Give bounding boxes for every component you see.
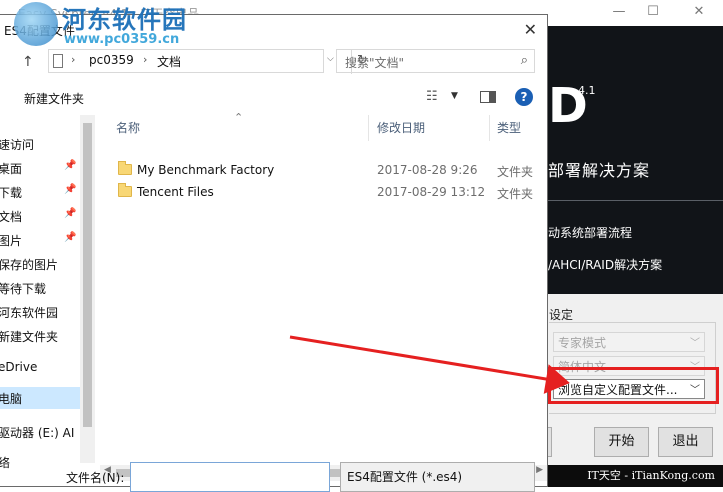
sidebar-item-label: 驱动器 (E:) AI [0,426,75,440]
sidebar-item-label: 下载 [0,186,23,200]
sidebar-item-label: 速访问 [0,138,35,152]
annotation-highlight-box [548,367,719,404]
breadcrumb-separator: › [143,53,148,66]
sidebar-item-label: 河东软件园 [0,306,59,320]
column-name[interactable]: 名称 [116,119,140,136]
dialog-close-button[interactable]: ✕ [524,20,537,39]
file-list: ⌃ 名称 修改日期 类型 My Benchmark Factory 2017-08… [100,111,547,463]
sidebar-item-label: 图片 [0,234,23,248]
folder-icon [118,161,132,175]
sidebar-item-label: 保存的图片 [0,258,59,272]
banner-divider [548,200,723,201]
chevron-down-icon[interactable]: ▼ [451,91,458,101]
mode-select-value: 专家模式 [558,336,607,350]
settings-group-label: 设定 [549,308,574,322]
file-type: 文件夹 [497,165,534,179]
app-footer: IT天空 - iTianKong.com [548,465,723,487]
sidebar-item-label: 电脑 [0,392,23,406]
dialog-toolbar: 新建文件夹 ☷ ▼ ? [0,83,547,113]
address-bar[interactable]: › pc0359 › 文档 ⌵ ↻ [48,49,368,74]
sidebar-item-label: 桌面 [0,162,23,176]
pin-icon[interactable]: 📌 [64,208,76,219]
navigation-pane: 速访问桌面 📌 下载 📌 文档 📌 图片 📌 保存的图片等待下载河东软件园新建文件夹 eDrive… [0,115,95,470]
exit-button[interactable]: 退出 [658,427,713,457]
column-type[interactable]: 类型 [497,119,521,136]
file-type: 文件夹 [497,187,534,201]
scrollbar-thumb[interactable] [83,123,92,427]
file-name: My Benchmark Factory [137,163,275,177]
sidebar-item-label: 文档 [0,210,23,224]
search-box[interactable]: 搜索"文档" ⌕ [336,49,535,73]
vertical-scrollbar[interactable] [80,115,95,463]
breadcrumb-separator: › [71,53,76,66]
minimize-button[interactable]: — [604,4,634,22]
filename-label: 文件名(N): [66,471,125,485]
filename-input[interactable] [130,462,330,492]
app-subtitle: 部署解决方案 [548,161,651,180]
document-icon [53,54,63,68]
column-header: ⌃ 名称 修改日期 类型 [100,111,547,141]
window-close-button[interactable]: ✕ [684,4,714,22]
file-row[interactable]: Tencent Files 2017-08-29 13:12 文件夹 [108,182,547,204]
column-divider[interactable] [489,115,490,141]
filetype-select[interactable]: ES4配置文件 (*.es4) [340,462,535,492]
mode-select[interactable]: 专家模式 ﹀ [553,332,705,352]
view-options-icon[interactable]: ☷ [426,89,438,104]
help-icon[interactable]: ? [515,88,533,106]
chevron-down-icon: ﹀ [690,338,700,349]
file-date: 2017-08-28 9:26 [377,163,478,177]
chevron-down-icon[interactable]: ⌵ [327,54,334,64]
pin-icon[interactable]: 📌 [64,160,76,171]
watermark-title: 河东软件园 [62,6,187,34]
column-divider[interactable] [368,115,369,141]
feature-line-2: /AHCI/RAID解决方案 [548,258,663,272]
search-input[interactable]: 搜索"文档" [345,54,404,71]
sidebar-item-label: 络 [0,454,10,471]
feature-line-1: 动系统部署流程 [548,226,633,240]
search-icon: ⌕ [520,53,528,68]
breadcrumb-pc0359[interactable]: pc0359 [89,53,134,67]
watermark-url: www.pc0359.cn [64,32,180,47]
breadcrumb-documents[interactable]: 文档 [157,53,181,70]
scroll-right-icon[interactable]: ▶ [536,465,543,475]
pin-icon[interactable]: 📌 [64,232,76,243]
app-version: 4.1 [578,84,596,97]
sidebar-item-label: eDrive [0,360,38,374]
folder-icon [118,183,132,197]
sidebar-item-label: 新建文件夹 [0,330,59,344]
maximize-button[interactable]: ☐ [638,4,668,22]
preview-pane-icon[interactable] [480,91,496,103]
address-bar-row: ↑ › pc0359 › 文档 ⌵ ↻ 搜索"文档" ⌕ [0,49,547,77]
new-folder-button[interactable]: 新建文件夹 [24,90,84,107]
sort-ascending-icon: ⌃ [234,111,244,124]
file-name: Tencent Files [137,185,214,199]
open-file-dialog: ES4配置文件 ✕ ↑ › pc0359 › 文档 ⌵ ↻ 搜索"文档" ⌕ 新… [0,14,548,487]
file-date: 2017-08-29 13:12 [377,185,486,199]
column-modified[interactable]: 修改日期 [377,119,425,136]
watermark-logo [14,2,58,46]
sidebar-item-label: 等待下载 [0,282,47,296]
start-button[interactable]: 开始 [594,427,649,457]
pin-icon[interactable]: 📌 [64,184,76,195]
file-row[interactable]: My Benchmark Factory 2017-08-28 9:26 文件夹 [108,160,547,182]
up-arrow-icon[interactable]: ↑ [22,54,34,70]
